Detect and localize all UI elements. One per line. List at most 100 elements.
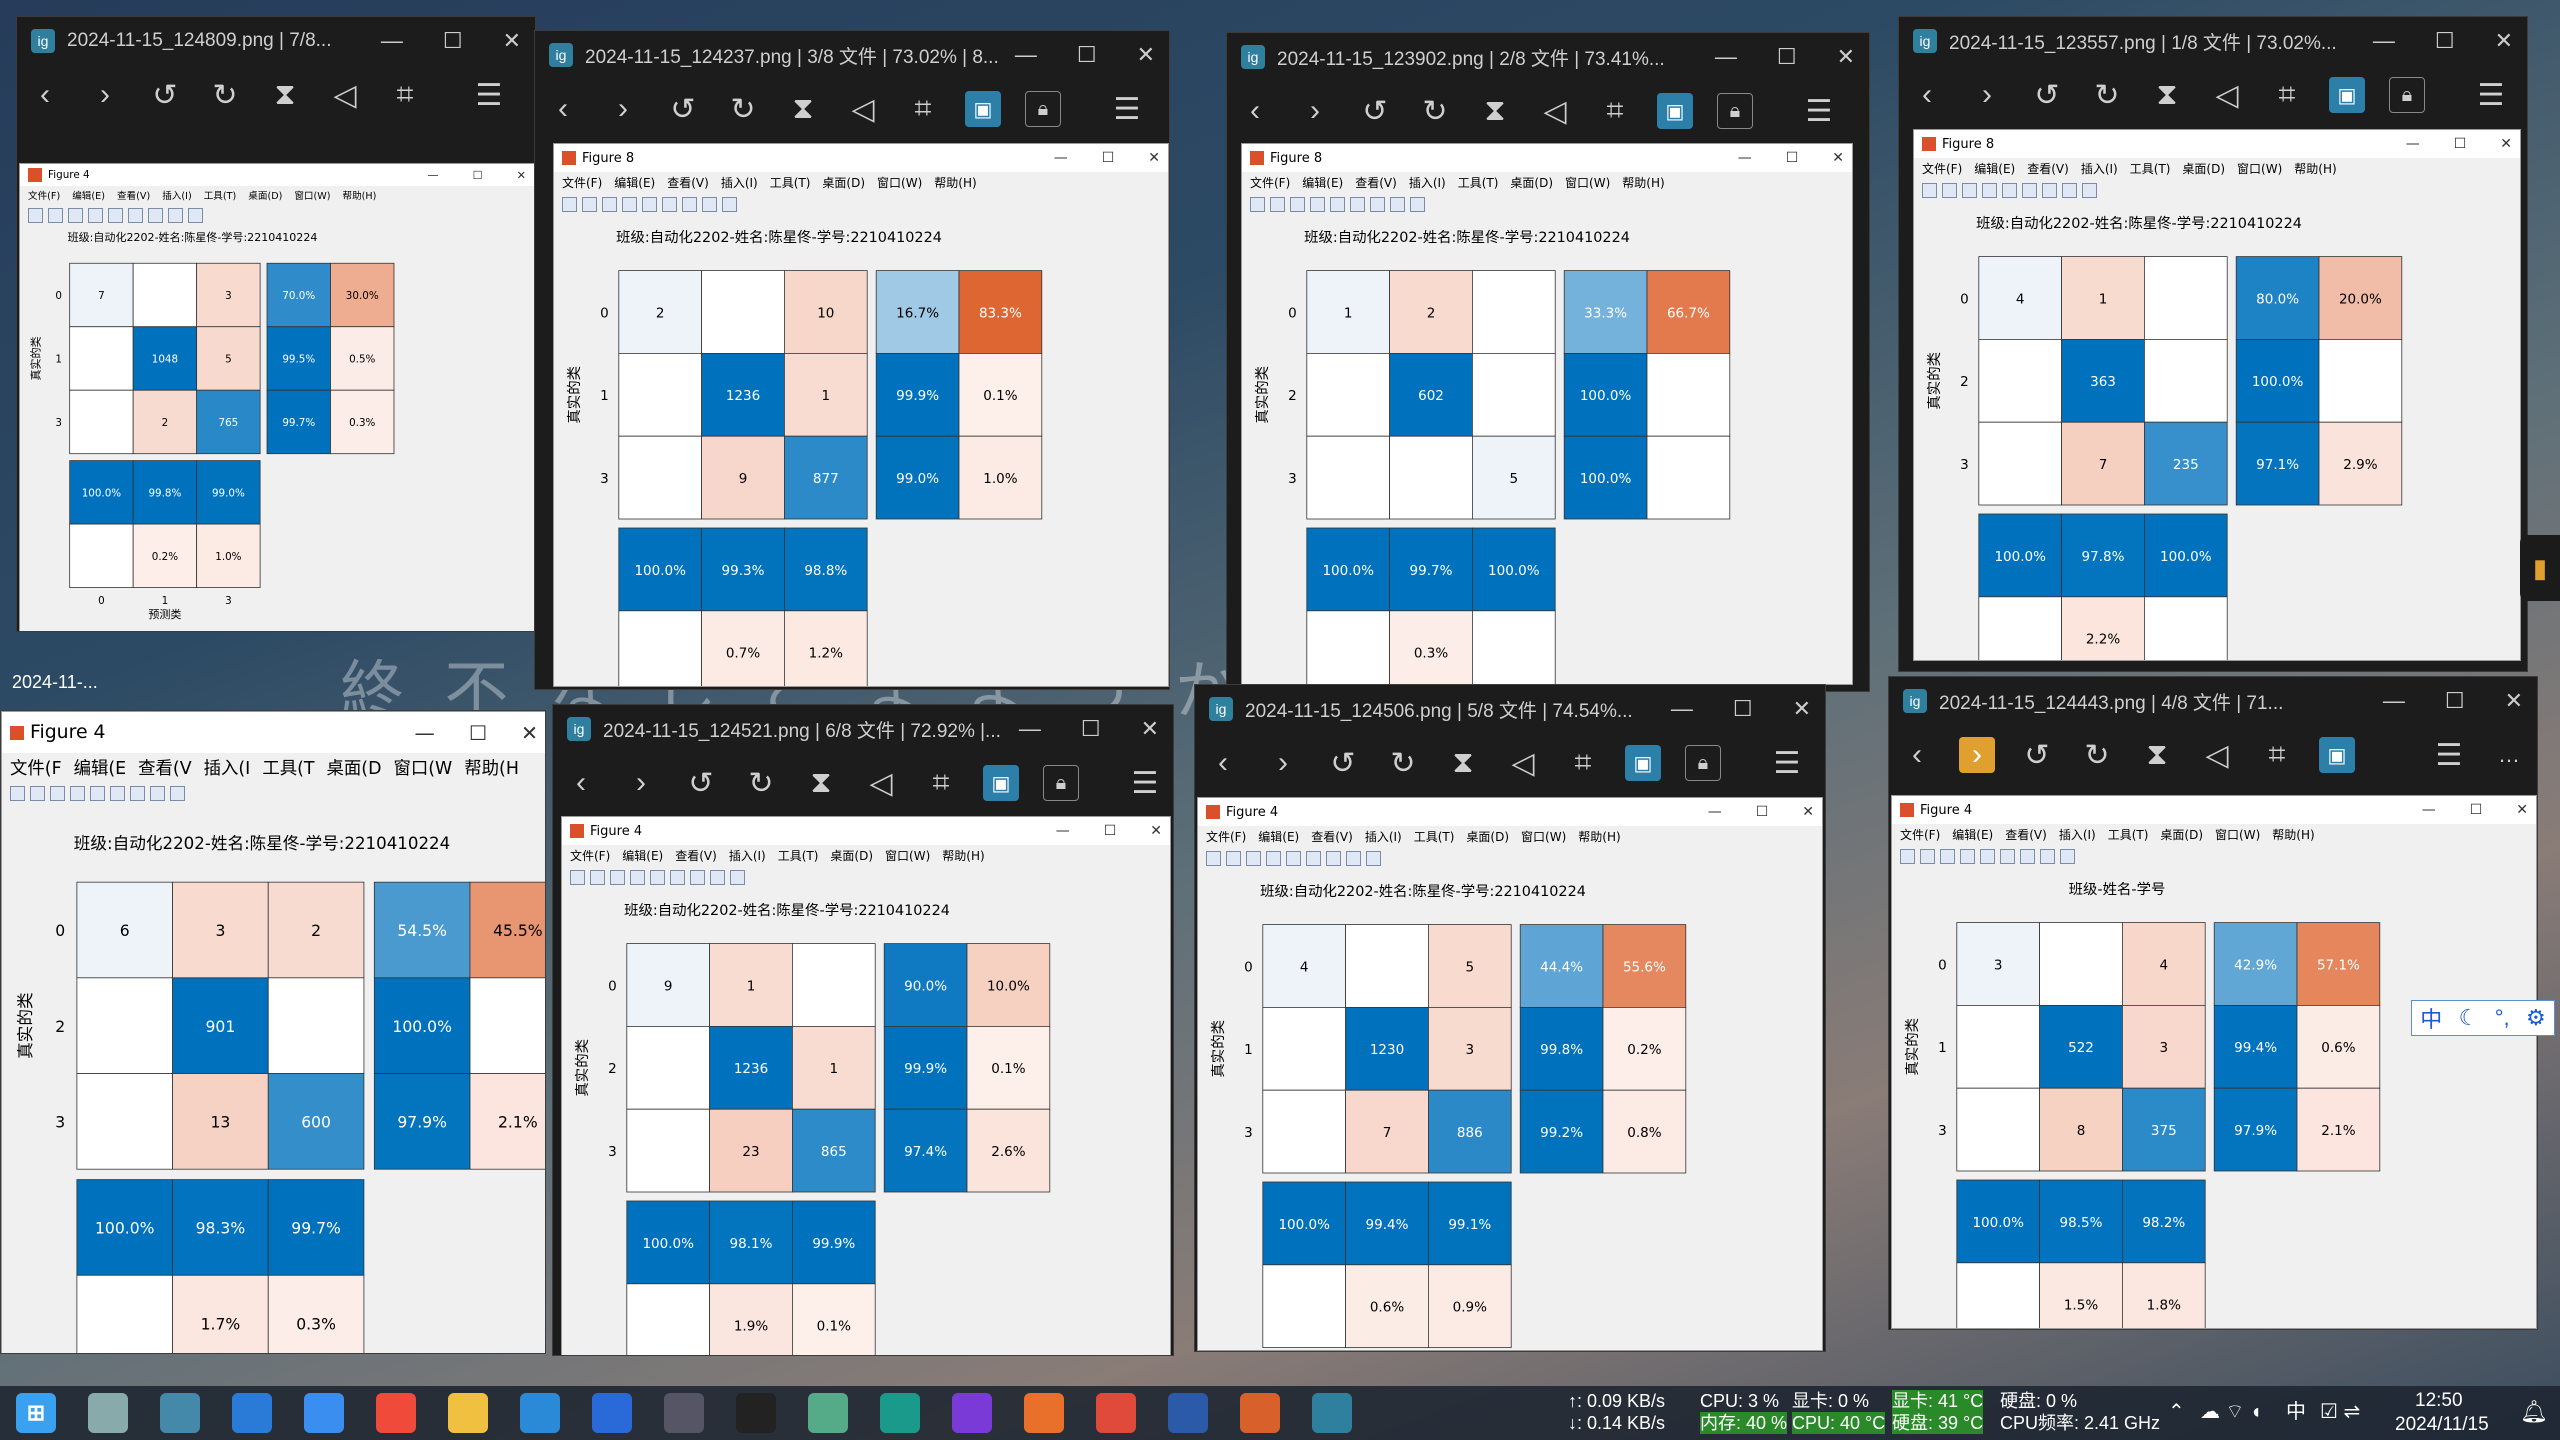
figure-close-icon[interactable]: ✕ [517,169,526,182]
figure-menu-item[interactable]: 编辑(E) [1302,174,1343,191]
pointer-icon[interactable] [702,196,717,212]
close-icon[interactable]: ✕ [1137,42,1155,68]
rotate-left-icon[interactable]: ↺ [665,91,701,127]
maximize-icon[interactable]: ☐ [2435,28,2455,54]
figure-menu-item[interactable]: 桌面(D) [822,174,865,191]
image-viewer-window[interactable]: ig 2024-11-15_124809.png | 7/8... — ☐ ✕ ‹ … [16,16,536,632]
flip-vertical-icon[interactable]: ◁ [2199,737,2235,773]
more-icon[interactable]: … [2491,737,2527,773]
flip-vertical-icon[interactable]: ◁ [863,765,899,801]
colorbar-icon[interactable] [110,785,125,801]
more-icon[interactable]: … [1861,93,1869,129]
fit-image-icon[interactable]: ▣ [1625,745,1661,781]
figure-menu-item[interactable]: 桌面(D) [2182,160,2225,177]
figure-menu-item[interactable]: 查看(V) [675,847,717,864]
firefox-icon[interactable] [1024,1393,1064,1433]
podcast-icon[interactable] [952,1393,992,1433]
crop-icon[interactable]: ⌗ [2269,77,2305,113]
maximize-icon[interactable]: ☐ [1777,44,1797,70]
new-icon[interactable] [1250,196,1265,212]
prev-arrow-icon[interactable]: ‹ [563,765,599,801]
figure-maximize-icon[interactable]: ☐ [2454,136,2467,152]
open-icon[interactable] [30,785,45,801]
pointer-icon[interactable] [2062,182,2077,198]
open-icon[interactable] [48,207,63,223]
property-icon[interactable] [170,785,185,801]
vscode-icon[interactable] [520,1393,560,1433]
figure-menu-item[interactable]: 帮助(H) [343,188,377,202]
crop-icon[interactable]: ⌗ [923,765,959,801]
minimize-icon[interactable]: — [1015,42,1037,68]
figure-menu-item[interactable]: 帮助(H) [2294,160,2336,177]
figure-menu-item[interactable]: 插入(I [204,755,251,780]
rotate-right-icon[interactable]: ↻ [725,91,761,127]
flip-vertical-icon[interactable]: ◁ [327,77,363,113]
fit-image-icon[interactable]: ▣ [2319,737,2355,773]
link-icon[interactable] [2002,182,2017,198]
minimize-icon[interactable]: — [1715,44,1737,70]
flip-horizontal-icon[interactable]: ⧗ [267,77,303,113]
link-icon[interactable] [642,196,657,212]
colorbar-icon[interactable] [1350,196,1365,212]
figure-menu-item[interactable]: 插入(I) [729,847,766,864]
property-icon[interactable] [2082,182,2097,198]
close-icon[interactable]: ✕ [503,28,521,54]
lock-icon[interactable]: 🔒︎ [1685,745,1721,781]
figure-menu-item[interactable]: 窗口(W) [2237,160,2282,177]
flip-vertical-icon[interactable]: ◁ [1537,93,1573,129]
pointer-icon[interactable] [710,869,725,885]
crop-icon[interactable]: ⌗ [1565,745,1601,781]
matlab-figure-window[interactable]: Figure 8 — ☐ ✕ 文件(F) 编辑(E) 查看(V) 插入(I) 工具(T) 桌面… [1241,143,1853,685]
minimize-icon[interactable]: — [2383,688,2405,714]
colorbar-icon[interactable] [670,869,685,885]
print-icon[interactable] [88,207,103,223]
minimize-icon[interactable]: — [1671,696,1693,722]
minimize-icon[interactable]: — [1019,716,1041,742]
lock-icon[interactable]: 🔒︎ [2389,77,2425,113]
image-viewer-window[interactable]: ig 2024-11-15_124237.png | 3/8 文件 | 73.0… [534,30,1170,690]
figure-menu-item[interactable]: 工具(T) [2130,160,2171,177]
flip-horizontal-icon[interactable]: ⧗ [785,91,821,127]
figure-menu-item[interactable]: 查看(V) [2027,160,2069,177]
figure-menu-item[interactable]: 窗口(W) [885,847,930,864]
prev-arrow-icon[interactable]: ‹ [1237,93,1273,129]
figure-menu-item[interactable]: 文件(F) [562,174,602,191]
flip-horizontal-icon[interactable]: ⧗ [1477,93,1513,129]
fit-image-icon[interactable]: ▣ [983,765,1019,801]
prev-arrow-icon[interactable]: ‹ [1205,745,1241,781]
property-icon[interactable] [188,207,203,223]
figure-menu-item[interactable]: 查看(V) [1311,828,1353,845]
new-icon[interactable] [1900,848,1915,864]
figure-close-icon[interactable]: ✕ [2516,802,2528,818]
ime-toolbar[interactable]: 中 ☾ °, ⚙ [2411,1000,2555,1036]
store-icon[interactable] [232,1393,272,1433]
rotate-left-icon[interactable]: ↺ [2029,77,2065,113]
image-viewer-window[interactable]: ig 2024-11-15_123557.png | 1/8 文件 | 73.0… [1898,16,2528,672]
figure-menu-item[interactable]: 编辑(E [74,755,127,780]
colorbar-icon[interactable] [1306,850,1321,866]
print-icon[interactable] [1960,848,1975,864]
figure-menu-item[interactable]: 文件(F) [570,847,610,864]
save-icon[interactable] [1962,182,1977,198]
figure-menu-item[interactable]: 帮助(H) [934,174,976,191]
prev-arrow-icon[interactable]: ‹ [1909,77,1945,113]
colorbar-icon[interactable] [2022,182,2037,198]
diamond-icon[interactable] [376,1393,416,1433]
menu-hamburger-icon[interactable]: ☰ [2431,737,2467,773]
matlab-figure-window[interactable]: Figure 4 — ☐ ✕ 文件(F 编辑(E 查看(V 插入(I 工具(T 桌面(D 窗口(… [1,711,545,1353]
crop-icon[interactable]: ⌗ [2259,737,2295,773]
print-icon[interactable] [622,196,637,212]
notification-bell-icon[interactable]: 🔔︎ [2520,1401,2548,1423]
open-icon[interactable] [1942,182,1957,198]
save-icon[interactable] [68,207,83,223]
figure-menu-item[interactable]: 插入(I) [2081,160,2118,177]
property-icon[interactable] [730,869,745,885]
rotate-right-icon[interactable]: ↻ [207,77,243,113]
chrome-icon[interactable] [1096,1393,1136,1433]
close-icon[interactable]: ✕ [1837,44,1855,70]
ime-indicator[interactable]: 中 [2286,1401,2306,1423]
image-viewer-window[interactable]: ig 2024-11-15_124521.png | 6/8 文件 | 72.9… [552,704,1174,1356]
legend-icon[interactable] [690,869,705,885]
open-icon[interactable] [1270,196,1285,212]
link-icon[interactable] [1286,850,1301,866]
